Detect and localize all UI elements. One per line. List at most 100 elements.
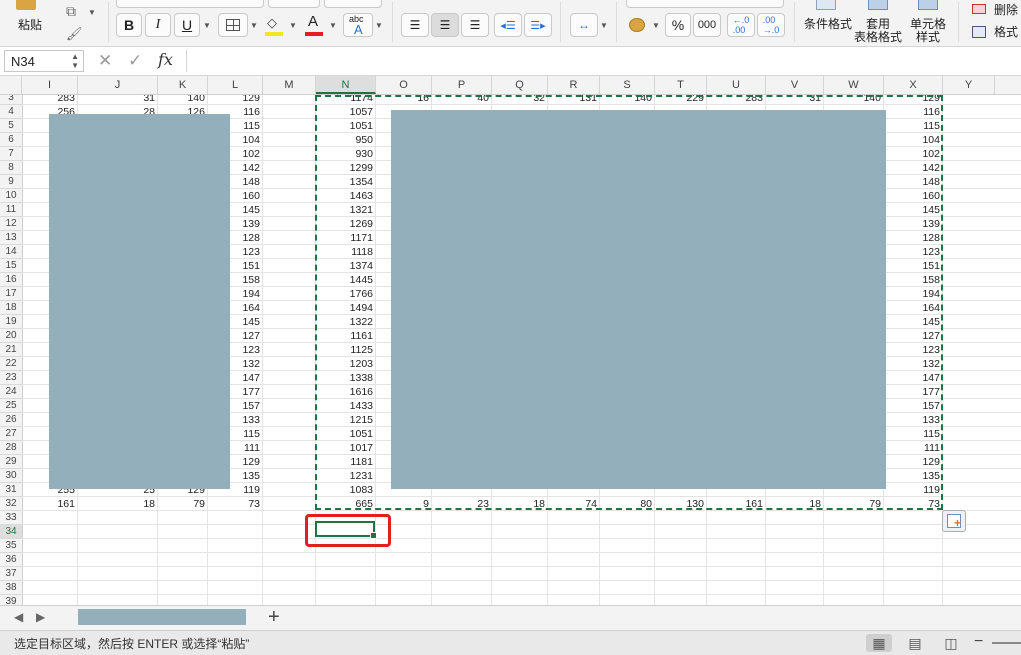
- underline-button[interactable]: U: [174, 13, 200, 37]
- formula-input[interactable]: [192, 51, 1012, 71]
- column-header-P[interactable]: P: [432, 76, 492, 94]
- row-header-34[interactable]: 34: [0, 525, 22, 539]
- increase-decimal-button[interactable]: ←.0.00: [727, 13, 755, 37]
- accounting-format-button[interactable]: [626, 14, 648, 38]
- align-right-button[interactable]: ☰: [461, 13, 489, 37]
- row-header-32[interactable]: 32: [0, 497, 22, 511]
- row-header-19[interactable]: 19: [0, 315, 22, 329]
- row-header-26[interactable]: 26: [0, 413, 22, 427]
- name-box-stepper-icon[interactable]: ▲ ▼: [71, 52, 79, 70]
- phonetic-button[interactable]: abc A: [343, 13, 373, 37]
- number-format-select[interactable]: [626, 0, 784, 8]
- font-grow-button[interactable]: [324, 0, 382, 8]
- fill-color-dropdown-icon[interactable]: ▼: [289, 21, 297, 30]
- enter-icon[interactable]: ✓: [128, 51, 142, 71]
- row-header-33[interactable]: 33: [0, 511, 22, 525]
- borders-dropdown-icon[interactable]: ▼: [250, 21, 258, 30]
- row-header-9[interactable]: 9: [0, 175, 22, 189]
- row-header-38[interactable]: 38: [0, 581, 22, 595]
- name-box[interactable]: N34 ▲ ▼: [4, 50, 84, 72]
- merge-dropdown-icon[interactable]: ▼: [600, 21, 608, 30]
- row-header-4[interactable]: 4: [0, 105, 22, 119]
- font-color-dropdown-icon[interactable]: ▼: [329, 21, 337, 30]
- format-painter-icon[interactable]: 🖌: [66, 26, 83, 42]
- underline-dropdown-icon[interactable]: ▼: [203, 21, 211, 30]
- decrease-decimal-button[interactable]: .00 →.0: [757, 13, 785, 37]
- sheet-tab[interactable]: [78, 609, 246, 625]
- table-format-button[interactable]: 套用 表格格式: [852, 0, 902, 44]
- thousands-separator-button[interactable]: 000: [693, 13, 721, 37]
- cell-L3[interactable]: 129: [208, 95, 263, 105]
- increase-indent-button[interactable]: ☰▸: [524, 13, 552, 37]
- column-header-X[interactable]: X: [884, 76, 943, 94]
- row-header-22[interactable]: 22: [0, 357, 22, 371]
- font-color-button[interactable]: A: [303, 13, 325, 37]
- row-header-3[interactable]: 3: [0, 95, 22, 105]
- phonetic-dropdown-icon[interactable]: ▼: [375, 21, 383, 30]
- row-header-11[interactable]: 11: [0, 203, 22, 217]
- column-header-W[interactable]: W: [824, 76, 884, 94]
- cell-K32[interactable]: 79: [158, 497, 208, 511]
- row-header-13[interactable]: 13: [0, 231, 22, 245]
- cell-L32[interactable]: 73: [208, 497, 263, 511]
- row-header-8[interactable]: 8: [0, 161, 22, 175]
- italic-button[interactable]: I: [145, 13, 171, 37]
- column-header-K[interactable]: K: [158, 76, 208, 94]
- page-break-view-icon[interactable]: ◫: [938, 634, 964, 652]
- row-header-30[interactable]: 30: [0, 469, 22, 483]
- cell-I3[interactable]: 283: [22, 95, 78, 105]
- row-header-15[interactable]: 15: [0, 259, 22, 273]
- decrease-indent-button[interactable]: ◂☰: [494, 13, 522, 37]
- column-header-M[interactable]: M: [263, 76, 316, 94]
- row-header-10[interactable]: 10: [0, 189, 22, 203]
- add-sheet-button[interactable]: +: [268, 606, 280, 629]
- merge-cells-button[interactable]: ↔: [570, 13, 598, 37]
- prev-sheet-icon[interactable]: ◀: [14, 610, 23, 624]
- conditional-format-button[interactable]: 条件格式: [800, 0, 852, 42]
- page-layout-view-icon[interactable]: ▤: [902, 634, 928, 652]
- column-header-S[interactable]: S: [600, 76, 655, 94]
- column-header-I[interactable]: I: [22, 76, 78, 94]
- cell-J3[interactable]: 31: [78, 95, 158, 105]
- row-header-16[interactable]: 16: [0, 273, 22, 287]
- cell-grid[interactable]: 283 31 140 129 1174 16 40 32 131 140 229 283 31 140 12…: [22, 95, 1021, 605]
- column-header-V[interactable]: V: [766, 76, 824, 94]
- row-header-20[interactable]: 20: [0, 329, 22, 343]
- cell-I32[interactable]: 161: [22, 497, 78, 511]
- fill-color-button[interactable]: ◇: [263, 13, 285, 37]
- row-header-18[interactable]: 18: [0, 301, 22, 315]
- row-header-23[interactable]: 23: [0, 371, 22, 385]
- row-header-12[interactable]: 12: [0, 217, 22, 231]
- paste-button[interactable]: 粘贴: [8, 0, 52, 40]
- bold-button[interactable]: B: [116, 13, 142, 37]
- row-header-35[interactable]: 35: [0, 539, 22, 553]
- row-header-7[interactable]: 7: [0, 147, 22, 161]
- cell-J32[interactable]: 18: [78, 497, 158, 511]
- select-all-corner[interactable]: [0, 76, 22, 94]
- paste-options-button[interactable]: +: [942, 510, 966, 532]
- column-header-L[interactable]: L: [208, 76, 263, 94]
- next-sheet-icon[interactable]: ▶: [36, 610, 45, 624]
- row-header-17[interactable]: 17: [0, 287, 22, 301]
- column-header-Y[interactable]: Y: [943, 76, 995, 94]
- row-header-39[interactable]: 39: [0, 595, 22, 605]
- format-button[interactable]: 格式: [970, 24, 1021, 42]
- percent-button[interactable]: %: [665, 13, 691, 37]
- insert-function-icon[interactable]: fx: [158, 50, 173, 69]
- row-header-31[interactable]: 31: [0, 483, 22, 497]
- column-header-J[interactable]: J: [78, 76, 158, 94]
- row-header-24[interactable]: 24: [0, 385, 22, 399]
- cell-style-button[interactable]: 单元格 样式: [904, 0, 952, 44]
- row-header-28[interactable]: 28: [0, 441, 22, 455]
- column-header-U[interactable]: U: [707, 76, 766, 94]
- column-header-Q[interactable]: Q: [492, 76, 548, 94]
- zoom-slider[interactable]: [992, 642, 1021, 644]
- row-header-25[interactable]: 25: [0, 399, 22, 413]
- delete-button[interactable]: 删除: [970, 2, 1021, 20]
- copy-dropdown-icon[interactable]: ▼: [88, 8, 96, 17]
- row-header-21[interactable]: 21: [0, 343, 22, 357]
- column-header-O[interactable]: O: [376, 76, 432, 94]
- row-header-37[interactable]: 37: [0, 567, 22, 581]
- cell-K3[interactable]: 140: [158, 95, 208, 105]
- copy-icon[interactable]: ⧉: [66, 3, 84, 19]
